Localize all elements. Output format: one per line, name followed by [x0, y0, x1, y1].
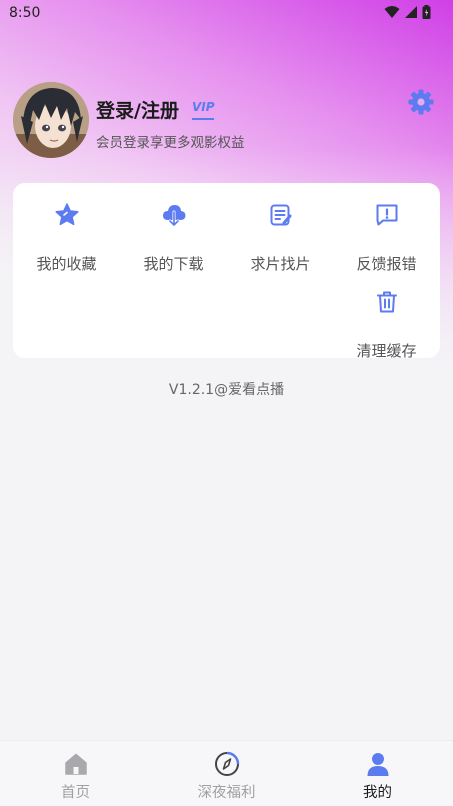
avatar-image: [13, 82, 89, 158]
nav-tab-label: 首页: [61, 785, 90, 801]
menu-item-label: 我的下载: [143, 255, 204, 273]
signal-icon: [405, 6, 417, 18]
menu-item-downloads[interactable]: 我的下载: [120, 201, 227, 273]
menu-item-favorites[interactable]: 我的收藏: [13, 201, 120, 273]
menu-card: 我的收藏 我的下载 求片找片 反馈报错 清理缓存: [13, 183, 440, 360]
wifi-icon: [384, 6, 400, 18]
feedback-icon: [376, 204, 397, 226]
login-register-link[interactable]: 登录/注册: [96, 96, 179, 123]
bottom-nav: 首页 深夜福利 我的: [0, 740, 453, 806]
settings-button[interactable]: [407, 88, 435, 116]
home-icon: [64, 753, 87, 775]
vip-badge: VIP: [192, 98, 215, 120]
nav-tab-night[interactable]: 深夜福利: [151, 741, 302, 806]
nav-tab-home[interactable]: 首页: [0, 741, 151, 806]
person-icon: [367, 753, 388, 776]
menu-item-feedback[interactable]: 反馈报错: [333, 201, 440, 273]
trash-icon: [376, 291, 397, 313]
status-time: 8:50: [9, 5, 41, 21]
login-subtitle: 会员登录享更多观影权益: [96, 135, 245, 151]
request-list-icon: [270, 204, 291, 226]
status-bar: 8:50: [0, 0, 453, 26]
menu-item-label: 反馈报错: [356, 255, 417, 273]
cloud-download-icon: [162, 205, 185, 227]
gear-icon: [408, 89, 434, 115]
nav-tab-label: 深夜福利: [197, 785, 256, 801]
menu-item-request[interactable]: 求片找片: [227, 201, 334, 273]
nav-tab-label: 我的: [363, 785, 392, 801]
menu-item-clear-cache[interactable]: 清理缓存: [333, 288, 440, 360]
compass-icon: [214, 751, 239, 776]
avatar[interactable]: [13, 82, 89, 158]
menu-item-label: 我的收藏: [36, 255, 97, 273]
nav-tab-mine[interactable]: 我的: [302, 741, 453, 806]
battery-icon: [422, 5, 431, 19]
menu-item-label: 清理缓存: [356, 342, 417, 360]
star-icon: [54, 203, 79, 226]
version-text: V1.2.1@爱看点播: [168, 382, 285, 398]
menu-item-label: 求片找片: [250, 255, 311, 273]
status-icons: [384, 5, 431, 19]
